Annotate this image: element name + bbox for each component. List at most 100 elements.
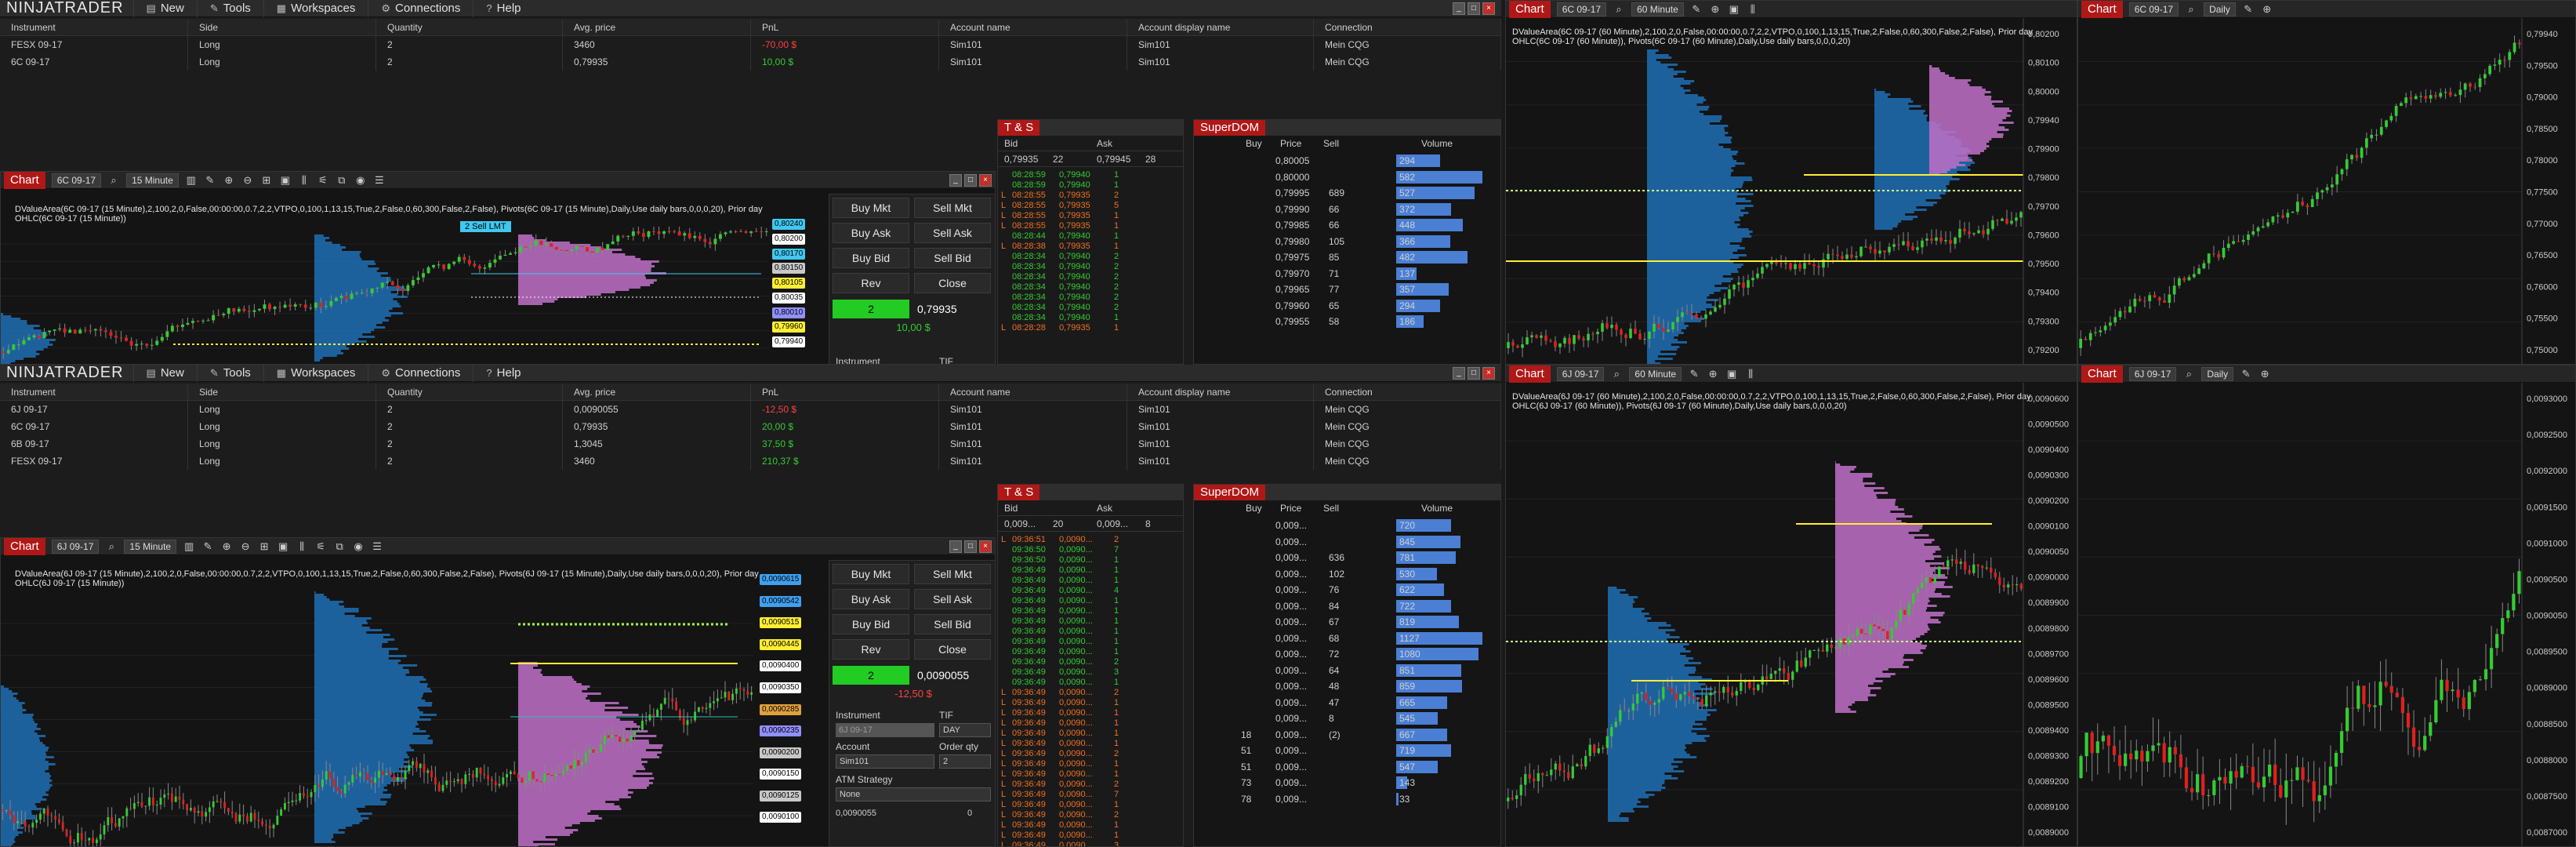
column-header[interactable]: PnL <box>751 384 939 400</box>
column-header[interactable]: Side <box>188 19 376 35</box>
sd-row[interactable]: 0,009... 845 <box>1194 534 1500 550</box>
sd-row[interactable]: 0,009... 67 819 <box>1194 614 1500 630</box>
draw-icon[interactable]: ✎ <box>204 174 216 187</box>
sd-sell[interactable]: 48 <box>1329 681 1339 692</box>
maximize-button[interactable]: □ <box>964 174 977 187</box>
position-row[interactable]: 6C 09-17 Long 2 0,79935 10,00 $ Sim101 Sim101 M… <box>0 53 1501 71</box>
sd-row[interactable]: 0,79955 58 186 <box>1194 314 1500 329</box>
maximize-button[interactable]: □ <box>964 540 977 553</box>
buy-ask-button[interactable]: Buy Ask <box>833 223 909 243</box>
sd-row[interactable]: 0,79965 77 357 <box>1194 282 1500 297</box>
sell-bid-button[interactable]: Sell Bid <box>914 248 991 268</box>
instrument-selector[interactable]: 6C 09-17 <box>1556 2 1607 16</box>
sd-row[interactable]: 0,79985 66 448 <box>1194 217 1500 233</box>
sd-sell[interactable]: 68 <box>1329 633 1339 644</box>
properties-icon[interactable]: ▣ <box>1728 3 1740 16</box>
instrument-field[interactable]: 6J 09-17 <box>836 723 934 737</box>
close-button[interactable]: × <box>979 540 992 553</box>
sd-row[interactable]: 0,009... 72 1080 <box>1194 646 1500 662</box>
close-button[interactable]: × <box>1482 2 1495 15</box>
tif-select[interactable]: DAY <box>939 723 991 737</box>
sd-sell[interactable]: 84 <box>1329 601 1339 612</box>
sd-row[interactable]: 0,009... 84 722 <box>1194 598 1500 614</box>
draw-icon[interactable]: ✎ <box>1690 3 1703 16</box>
list-icon[interactable]: ☰ <box>373 174 386 187</box>
zoom-in-icon[interactable]: ⊕ <box>223 174 235 187</box>
menu-help[interactable]: ? Help <box>473 0 533 17</box>
column-header[interactable]: Connection <box>1314 19 1501 35</box>
interval-selector[interactable]: Daily <box>2201 366 2234 381</box>
sd-sell[interactable]: (2) <box>1329 729 1341 740</box>
interval-selector[interactable]: 15 Minute <box>124 539 177 554</box>
reverse-button[interactable]: Rev <box>833 273 909 293</box>
sell-ask-button[interactable]: Sell Ask <box>914 223 991 243</box>
position-row[interactable]: 6J 09-17 Long 2 0,0090055 -12,50 $ Sim101 Sim1… <box>0 401 1501 418</box>
sd-row[interactable]: 0,79960 65 294 <box>1194 298 1500 314</box>
sd-buy[interactable]: 51 <box>1241 762 1251 772</box>
limit-qty-field[interactable]: 0 <box>967 809 972 818</box>
interval-selector[interactable]: Daily <box>2204 2 2236 16</box>
zoom-out-icon[interactable]: ⊖ <box>239 540 252 553</box>
menu-connections[interactable]: ⚙ Connections <box>368 0 473 17</box>
sd-sell[interactable]: 102 <box>1329 569 1344 580</box>
minimize-button[interactable]: _ <box>949 174 962 187</box>
indicators-icon[interactable]: ⫼ <box>1747 3 1759 16</box>
sd-sell[interactable]: 8 <box>1329 713 1334 724</box>
buy-bid-button[interactable]: Buy Bid <box>833 614 909 634</box>
strategies-icon[interactable]: ⚟ <box>317 174 329 187</box>
menu-workspaces[interactable]: ▦ Workspaces <box>263 0 368 17</box>
properties-icon[interactable]: ▣ <box>1725 368 1738 380</box>
column-header[interactable]: PnL <box>751 19 939 35</box>
reverse-button[interactable]: Rev <box>833 639 909 660</box>
instrument-selector[interactable]: 6J 09-17 <box>1556 366 1605 381</box>
column-header[interactable]: Account name <box>939 384 1127 400</box>
close-position-button[interactable]: Close <box>914 273 991 293</box>
menu-tools[interactable]: ✎ Tools <box>196 0 263 17</box>
price-chart[interactable]: 0,00906000,00905000,00904000,00903000,00… <box>1506 383 2077 847</box>
sd-row[interactable]: 0,79990 66 372 <box>1194 202 1500 217</box>
zoom-out-icon[interactable]: ⊖ <box>241 174 254 187</box>
sd-row[interactable]: 0,79970 71 137 <box>1194 266 1500 282</box>
zoom-in-icon[interactable]: ⊕ <box>1709 3 1722 16</box>
column-header[interactable]: Account display name <box>1127 19 1314 35</box>
column-header[interactable]: Instrument <box>0 19 188 35</box>
price-chart[interactable]: 0,00930000,00925000,00920000,00915000,00… <box>2078 383 2576 847</box>
sell-bid-button[interactable]: Sell Bid <box>914 614 991 634</box>
maximize-button[interactable]: □ <box>1468 367 1480 380</box>
column-header[interactable]: Quantity <box>376 19 563 35</box>
sd-buy[interactable]: 51 <box>1241 745 1251 756</box>
sd-row[interactable]: 0,009... 47 665 <box>1194 695 1500 711</box>
draw-icon[interactable]: ✎ <box>201 540 214 553</box>
sd-row[interactable]: 0,79980 105 366 <box>1194 234 1500 249</box>
bar-type-icon[interactable]: ▥ <box>183 540 195 553</box>
sd-sell[interactable]: 72 <box>1329 649 1339 660</box>
crosshair-icon[interactable]: ⊞ <box>260 174 273 187</box>
zoom-in-icon[interactable]: ⊕ <box>1707 368 1719 380</box>
draw-icon[interactable]: ✎ <box>1688 368 1700 380</box>
column-header[interactable]: Side <box>188 384 376 400</box>
sd-row[interactable]: 0,009... 64 851 <box>1194 663 1500 678</box>
sd-sell[interactable]: 71 <box>1329 268 1339 279</box>
column-header[interactable]: Instrument <box>0 384 188 400</box>
bar-type-icon[interactable]: ▥ <box>185 174 198 187</box>
templates-icon[interactable]: ⧉ <box>336 174 348 187</box>
sd-row[interactable]: 0,79975 85 482 <box>1194 249 1500 265</box>
crosshair-icon[interactable]: ⊞ <box>258 540 270 553</box>
limit-price-field[interactable]: 0,0090055 <box>836 809 930 818</box>
draw-icon[interactable]: ✎ <box>2240 368 2252 380</box>
close-button[interactable]: × <box>979 174 992 187</box>
indicators-icon[interactable]: ⫼ <box>296 540 308 553</box>
instrument-selector[interactable]: 6C 09-17 <box>51 173 102 187</box>
minimize-button[interactable]: _ <box>1453 2 1465 15</box>
buy-mkt-button[interactable]: Buy Mkt <box>833 198 909 218</box>
interval-selector[interactable]: 60 Minute <box>1629 366 1682 381</box>
sd-sell[interactable]: 64 <box>1329 665 1339 676</box>
indicators-icon[interactable]: ⫼ <box>298 174 310 187</box>
search-icon[interactable]: ⌕ <box>2182 368 2195 380</box>
order-qty-stepper[interactable]: 2 <box>939 754 991 769</box>
sd-sell[interactable]: 85 <box>1329 252 1339 263</box>
sd-row[interactable]: 0,80000 582 <box>1194 169 1500 185</box>
list-icon[interactable]: ☰ <box>371 540 383 553</box>
sd-sell[interactable]: 58 <box>1329 316 1339 327</box>
menu-connections[interactable]: ⚙ Connections <box>368 365 473 382</box>
